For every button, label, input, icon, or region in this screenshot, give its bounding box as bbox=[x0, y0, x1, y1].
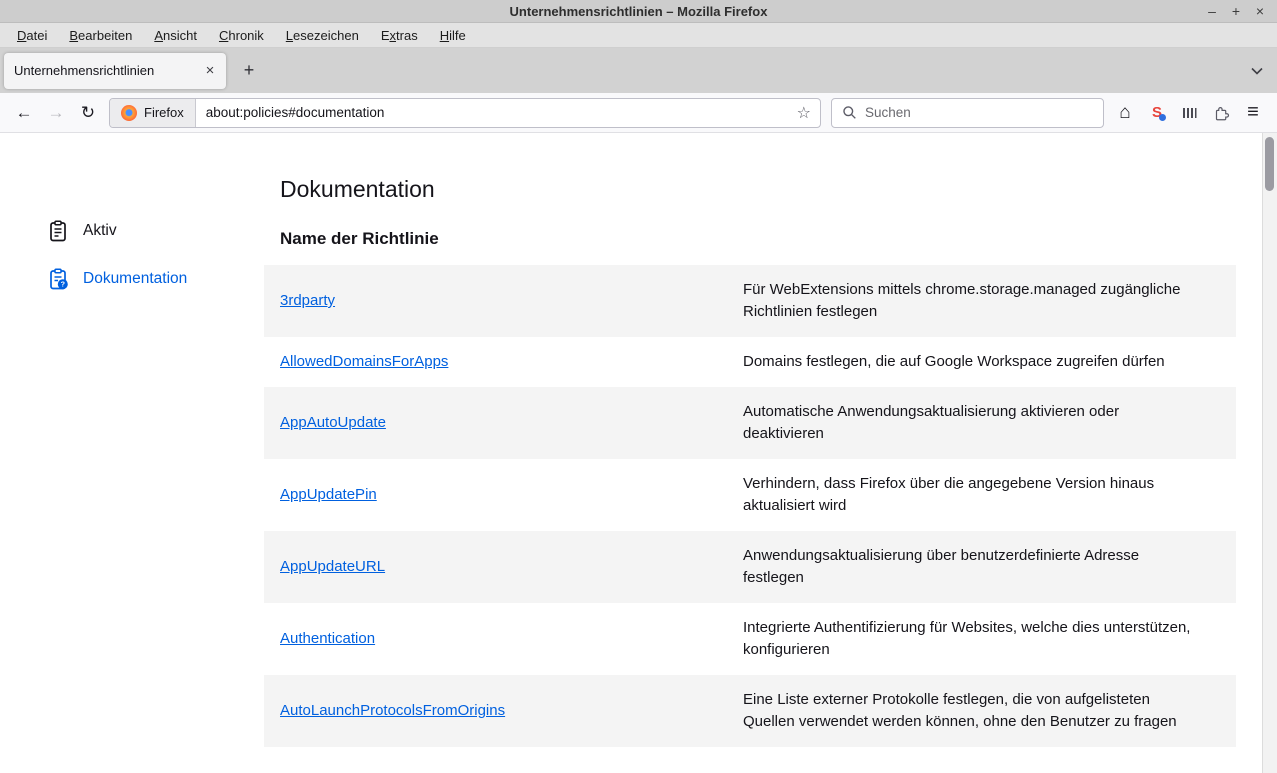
table-row: 3rdparty Für WebExtensions mittels chrom… bbox=[264, 265, 1236, 337]
window-title: Unternehmensrichtlinien – Mozilla Firefo… bbox=[0, 4, 1277, 19]
menu-item-chronik[interactable]: Chronik bbox=[208, 25, 275, 46]
policy-link[interactable]: Authentication bbox=[280, 630, 375, 647]
clipboard-question-icon: ? bbox=[46, 267, 70, 291]
sidebar-item-dokumentation[interactable]: ? Dokumentation bbox=[0, 255, 264, 303]
scrollbar-track[interactable] bbox=[1262, 133, 1277, 773]
main-panel: Dokumentation Name der Richtlinie 3rdpar… bbox=[264, 133, 1277, 773]
table-row: AppAutoUpdate Automatische Anwendungsakt… bbox=[264, 387, 1236, 459]
sidebar: Aktiv ? Dokumentation bbox=[0, 133, 264, 773]
firefox-logo-icon bbox=[121, 105, 137, 121]
clipboard-icon bbox=[46, 219, 70, 243]
tab-title: Unternehmensrichtlinien bbox=[14, 63, 200, 78]
bookmark-star-icon[interactable]: ☆ bbox=[788, 103, 820, 123]
page-content: Aktiv ? Dokumentation Dokumentation Name… bbox=[0, 133, 1277, 773]
forward-icon[interactable]: → bbox=[40, 97, 72, 129]
sidebar-item-label: Aktiv bbox=[83, 222, 117, 240]
policy-table: 3rdparty Für WebExtensions mittels chrom… bbox=[264, 265, 1236, 747]
search-icon bbox=[842, 105, 857, 120]
tab-overflow-chevron-icon[interactable] bbox=[1243, 57, 1271, 85]
table-row: AutoLaunchProtocolsFromOrigins Eine List… bbox=[264, 675, 1236, 747]
close-button[interactable]: × bbox=[1251, 2, 1269, 20]
firefox-window: Unternehmensrichtlinien – Mozilla Firefo… bbox=[0, 0, 1277, 773]
site-identity-chip: Firefox bbox=[110, 99, 196, 127]
menu-item-extras[interactable]: Extras bbox=[370, 25, 429, 46]
tab-close-icon[interactable]: × bbox=[200, 61, 220, 81]
menu-bar: Datei Bearbeiten Ansicht Chronik Lesezei… bbox=[0, 23, 1277, 48]
policy-description: Automatische Anwendungsaktualisierung ak… bbox=[743, 387, 1236, 459]
page-title: Dokumentation bbox=[280, 176, 1236, 203]
new-tab-button[interactable]: + bbox=[234, 56, 264, 86]
search-bar[interactable] bbox=[831, 98, 1104, 128]
home-icon[interactable]: ⌂ bbox=[1109, 97, 1141, 129]
extension-bars-icon[interactable] bbox=[1173, 97, 1205, 129]
policy-link[interactable]: AppUpdatePin bbox=[280, 486, 377, 503]
table-row: AppUpdateURL Anwendungsaktualisierung üb… bbox=[264, 531, 1236, 603]
menu-item-ansicht[interactable]: Ansicht bbox=[143, 25, 208, 46]
policy-link[interactable]: 3rdparty bbox=[280, 292, 335, 309]
table-row: AllowedDomainsForApps Domains festlegen,… bbox=[264, 337, 1236, 387]
table-row: Authentication Integrierte Authentifizie… bbox=[264, 603, 1236, 675]
menu-hamburger-icon[interactable]: ≡ bbox=[1237, 97, 1269, 129]
navigation-toolbar: ← → ↻ Firefox ☆ ⌂ S ≡ bbox=[0, 93, 1277, 133]
url-input[interactable] bbox=[196, 105, 788, 120]
sidebar-item-label: Dokumentation bbox=[83, 270, 187, 288]
window-controls: – + × bbox=[1203, 2, 1277, 20]
policy-link[interactable]: AutoLaunchProtocolsFromOrigins bbox=[280, 702, 505, 719]
policy-description: Für WebExtensions mittels chrome.storage… bbox=[743, 265, 1236, 337]
menu-item-hilfe[interactable]: Hilfe bbox=[429, 25, 477, 46]
tab-bar: Unternehmensrichtlinien × + bbox=[0, 48, 1277, 93]
sidebar-item-aktiv[interactable]: Aktiv bbox=[0, 207, 264, 255]
policy-description: Verhindern, dass Firefox über die angege… bbox=[743, 459, 1236, 531]
minimize-button[interactable]: – bbox=[1203, 2, 1221, 20]
table-row: AppUpdatePin Verhindern, dass Firefox üb… bbox=[264, 459, 1236, 531]
menu-item-lesezeichen[interactable]: Lesezeichen bbox=[275, 25, 370, 46]
menu-item-bearbeiten[interactable]: Bearbeiten bbox=[58, 25, 143, 46]
svg-text:?: ? bbox=[61, 280, 65, 289]
reload-icon[interactable]: ↻ bbox=[72, 97, 104, 129]
policy-link[interactable]: AppAutoUpdate bbox=[280, 414, 386, 431]
extensions-puzzle-icon[interactable] bbox=[1205, 97, 1237, 129]
back-icon[interactable]: ← bbox=[8, 97, 40, 129]
extension-s-icon[interactable]: S bbox=[1141, 97, 1173, 129]
policy-description: Domains festlegen, die auf Google Worksp… bbox=[743, 337, 1236, 387]
policy-link[interactable]: AppUpdateURL bbox=[280, 558, 385, 575]
policy-description: Anwendungsaktualisierung über benutzerde… bbox=[743, 531, 1236, 603]
site-chip-label: Firefox bbox=[144, 105, 184, 120]
title-bar: Unternehmensrichtlinien – Mozilla Firefo… bbox=[0, 0, 1277, 23]
scrollbar-thumb[interactable] bbox=[1265, 137, 1274, 191]
policy-description: Eine Liste externer Protokolle festlegen… bbox=[743, 675, 1236, 747]
tab-unternehmensrichtlinien[interactable]: Unternehmensrichtlinien × bbox=[4, 53, 226, 89]
maximize-button[interactable]: + bbox=[1227, 2, 1245, 20]
menu-item-datei[interactable]: Datei bbox=[6, 25, 58, 46]
policy-table-header: Name der Richtlinie bbox=[280, 229, 1236, 249]
policy-link[interactable]: AllowedDomainsForApps bbox=[280, 353, 448, 370]
policy-description: Integrierte Authentifizierung für Websit… bbox=[743, 603, 1236, 675]
search-input[interactable] bbox=[865, 105, 1093, 120]
url-bar[interactable]: Firefox ☆ bbox=[109, 98, 821, 128]
